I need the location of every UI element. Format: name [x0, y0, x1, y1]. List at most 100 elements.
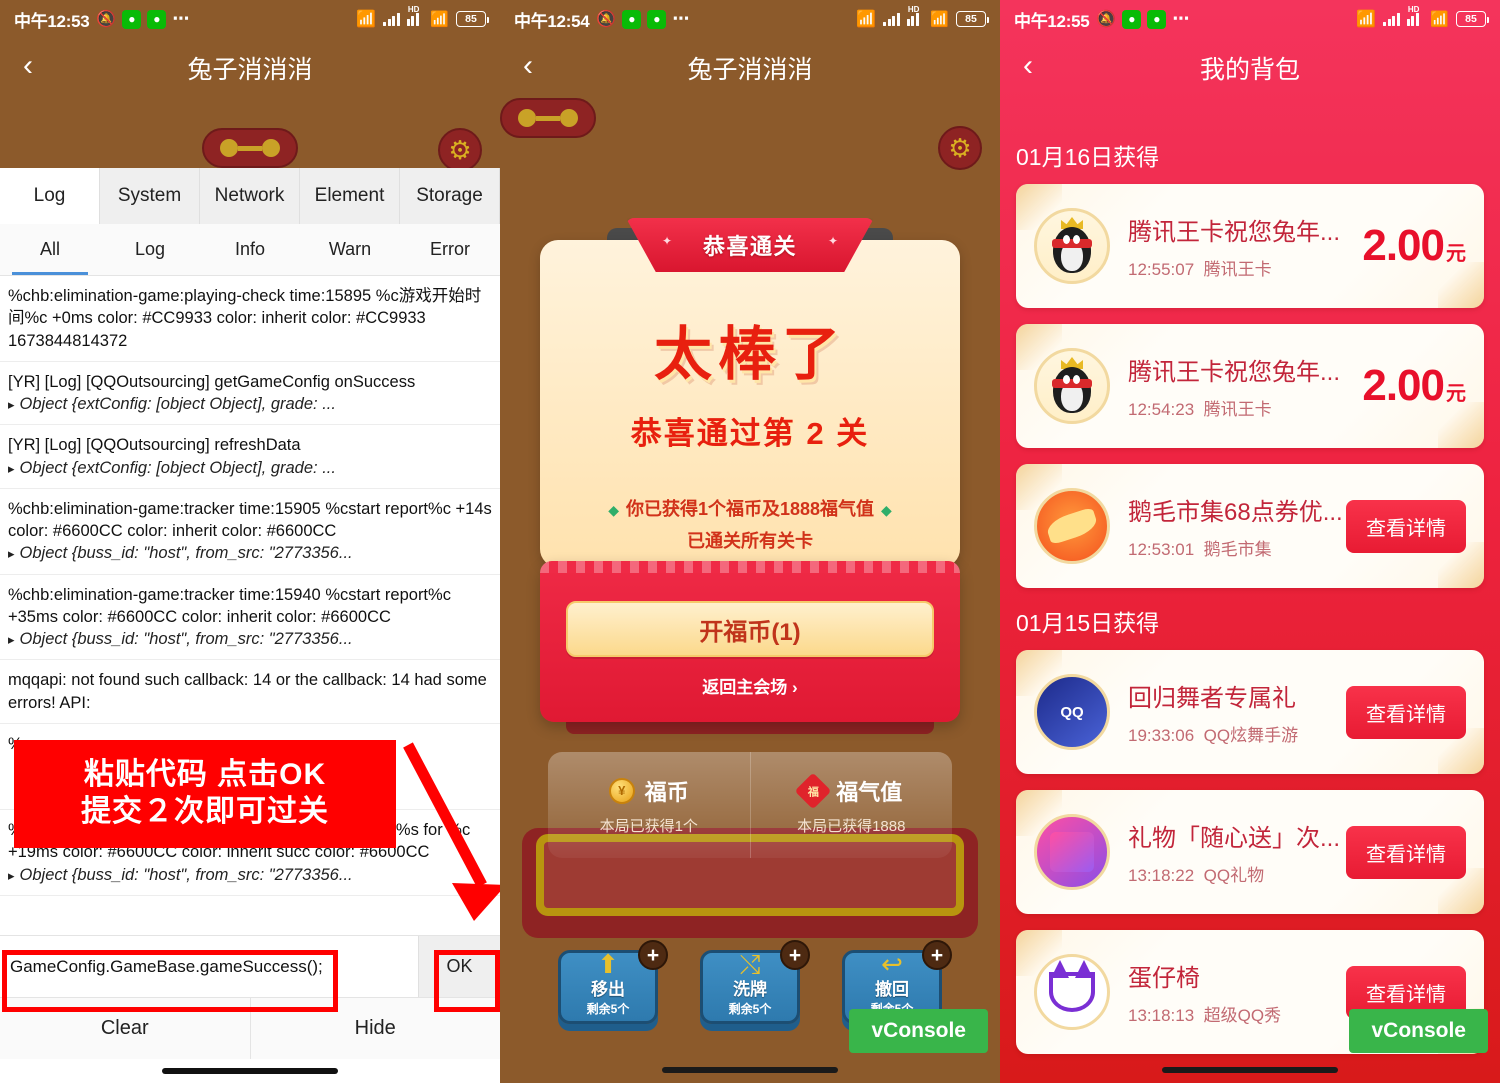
hide-button[interactable]: Hide: [249, 998, 501, 1059]
vconsole-filter-bar: All Log Info Warn Error: [0, 224, 500, 276]
open-coin-button[interactable]: 开福币(1): [566, 601, 934, 657]
filter-log[interactable]: Log: [100, 224, 200, 275]
stat-luck-label: 福气值: [836, 779, 903, 805]
qq-penguin-icon: [1034, 208, 1110, 284]
backpack-scroll[interactable]: 01月16日获得 腾讯王卡祝您兔年... 12:55:07 腾讯王卡 2.00 …: [1000, 122, 1500, 1054]
tool-count: 剩余5个: [586, 1002, 630, 1016]
stat-coin: ¥ 福币 本局已获得1个: [548, 752, 750, 858]
item-source: 腾讯王卡: [1203, 400, 1272, 419]
wechat-icon-2: ●: [647, 9, 667, 29]
signal-bars-icon-2: HD: [906, 5, 924, 26]
status-bar-1: 中午12:53 🔕 ● ● ⋯ 📶 HD 📶 85: [0, 0, 500, 38]
filter-warn[interactable]: Warn: [300, 224, 400, 275]
battery-icon: 85: [1456, 11, 1489, 27]
wechat-icon-2: ●: [1147, 9, 1167, 29]
filter-error[interactable]: Error: [400, 224, 500, 275]
tab-element[interactable]: Element: [300, 168, 400, 224]
back-to-main-link[interactable]: 返回主会场 ›: [566, 673, 934, 698]
battery-icon: 85: [956, 11, 989, 27]
back-button-2[interactable]: ‹: [500, 51, 556, 85]
annotation-arrow-icon: [403, 742, 500, 921]
stat-coin-value: 本局已获得1个: [599, 817, 698, 835]
hd-label: HD: [407, 5, 420, 14]
item-time: 19:33:06: [1128, 726, 1195, 745]
plus-icon[interactable]: +: [922, 940, 952, 970]
ok-button[interactable]: OK: [418, 936, 500, 997]
more-dots-icon: ⋯: [672, 9, 691, 28]
plus-icon[interactable]: +: [638, 940, 668, 970]
wifi-icon: 📶: [430, 11, 449, 28]
item-source: 超级QQ秀: [1203, 1006, 1282, 1025]
view-detail-button[interactable]: 查看详情: [1346, 499, 1466, 553]
view-detail-button[interactable]: 查看详情: [1346, 685, 1466, 739]
shuffle-icon: ⤭: [739, 949, 761, 979]
filter-all[interactable]: All: [0, 224, 100, 275]
log-object[interactable]: Object {buss_id: "host", from_src: "2773…: [8, 542, 492, 564]
modal-card: 太棒了 恭喜通过第 2 关 ◆ 你已获得1个福币及1888福气值 ◆ 已通关所有关卡: [540, 240, 960, 567]
status-bar-2: 中午12:54 🔕 ● ● ⋯ 📶 HD 📶 85: [500, 0, 1000, 38]
tab-network[interactable]: Network: [200, 168, 300, 224]
item-meta: 12:54:23 腾讯王卡: [1128, 395, 1362, 420]
section-header-jan15: 01月15日获得: [1016, 610, 1160, 636]
item-meta: 13:18:13 超级QQ秀: [1128, 1001, 1346, 1026]
vconsole-fab-3[interactable]: vConsole: [1349, 1009, 1488, 1053]
clear-button[interactable]: Clear: [0, 998, 250, 1059]
tab-system[interactable]: System: [100, 168, 200, 224]
log-text: [YR] [Log] [QQOutsourcing] getGameConfig…: [8, 372, 416, 391]
hd-label: HD: [1407, 5, 1420, 14]
back-button-3[interactable]: ‹: [1000, 51, 1056, 85]
wechat-icon-1: ●: [122, 9, 142, 29]
diamond-icon-left: ◆: [608, 502, 619, 518]
level-progress-bar-2: [500, 98, 1000, 138]
settings-gear-icon-1[interactable]: ⚙: [438, 128, 482, 172]
back-button-1[interactable]: ‹: [0, 51, 56, 85]
qq-dance-icon: QQ: [1034, 674, 1110, 750]
item-time: 12:54:23: [1128, 400, 1195, 419]
vconsole-fab-2[interactable]: vConsole: [849, 1009, 988, 1053]
log-row: mqqapi: not found such callback: 14 or t…: [0, 660, 500, 724]
list-item[interactable]: 鹅毛市集68点券优... 12:53:01 鹅毛市集 查看详情: [1016, 464, 1484, 588]
list-item[interactable]: QQ 回归舞者专属礼 19:33:06 QQ炫舞手游 查看详情: [1016, 650, 1484, 774]
bluetooth-icon: 📶: [356, 11, 377, 28]
command-input[interactable]: [0, 936, 418, 997]
wechat-icon-2: ●: [147, 9, 167, 29]
list-item[interactable]: 腾讯王卡祝您兔年... 12:55:07 腾讯王卡 2.00 元: [1016, 184, 1484, 308]
tool-move-out[interactable]: ⬆ 移出 剩余5个 +: [558, 940, 668, 1024]
mute-bell-icon: 🔕: [1096, 11, 1117, 28]
status-bar-3: 中午12:55 🔕 ● ● ⋯ 📶 HD 📶 85: [1000, 0, 1500, 38]
signal-bars-icon-1: [883, 12, 900, 26]
page-title-2: 兔子消消消: [687, 56, 813, 84]
home-indicator-1: [0, 1059, 500, 1083]
tab-log[interactable]: Log: [0, 168, 100, 224]
eggy-chair-icon: [1034, 954, 1110, 1030]
feather-market-icon: [1034, 488, 1110, 564]
log-text: mqqapi: not found such callback: 14 or t…: [8, 671, 487, 712]
view-detail-button[interactable]: 查看详情: [1346, 825, 1466, 879]
section-header-jan16: 01月16日获得: [1016, 144, 1160, 170]
coin-icon: ¥: [608, 777, 635, 804]
status-time: 中午12:54: [514, 11, 590, 31]
fu-icon: 福: [794, 772, 832, 809]
reward-line: 你已获得1个福币及1888福气值: [625, 499, 875, 519]
tool-shuffle[interactable]: ⤭ 洗牌 剩余5个 +: [700, 940, 810, 1024]
tab-storage[interactable]: Storage: [400, 168, 500, 224]
page-title-3: 我的背包: [1199, 56, 1300, 84]
settings-gear-icon-2[interactable]: ⚙: [938, 126, 982, 170]
filter-info[interactable]: Info: [200, 224, 300, 275]
list-item[interactable]: 礼物「随心送」次... 13:18:22 QQ礼物 查看详情: [1016, 790, 1484, 914]
log-object[interactable]: Object {extConfig: [object Object], grad…: [8, 457, 492, 479]
level-dot-1: [518, 109, 536, 127]
rewards-summary-card: ¥ 福币 本局已获得1个 福 福气值 本局已获得1888: [548, 752, 952, 858]
home-indicator-2: [500, 1057, 1000, 1083]
level-progress-bar: [0, 126, 500, 170]
log-object[interactable]: Object {buss_id: "host", from_src: "2773…: [8, 628, 492, 650]
plus-icon[interactable]: +: [780, 940, 810, 970]
list-item[interactable]: 腾讯王卡祝您兔年... 12:54:23 腾讯王卡 2.00 元: [1016, 324, 1484, 448]
app-bar-2: ‹ 兔子消消消: [500, 38, 1000, 98]
item-meta: 19:33:06 QQ炫舞手游: [1128, 721, 1346, 746]
home-indicator-3: [1000, 1057, 1500, 1083]
mute-bell-icon: 🔕: [596, 11, 617, 28]
annotation-callout: 粘贴代码 点击OK 提交２次即可过关: [14, 740, 396, 848]
qq-penguin-icon: [1034, 348, 1110, 424]
log-object[interactable]: Object {extConfig: [object Object], grad…: [8, 393, 492, 415]
